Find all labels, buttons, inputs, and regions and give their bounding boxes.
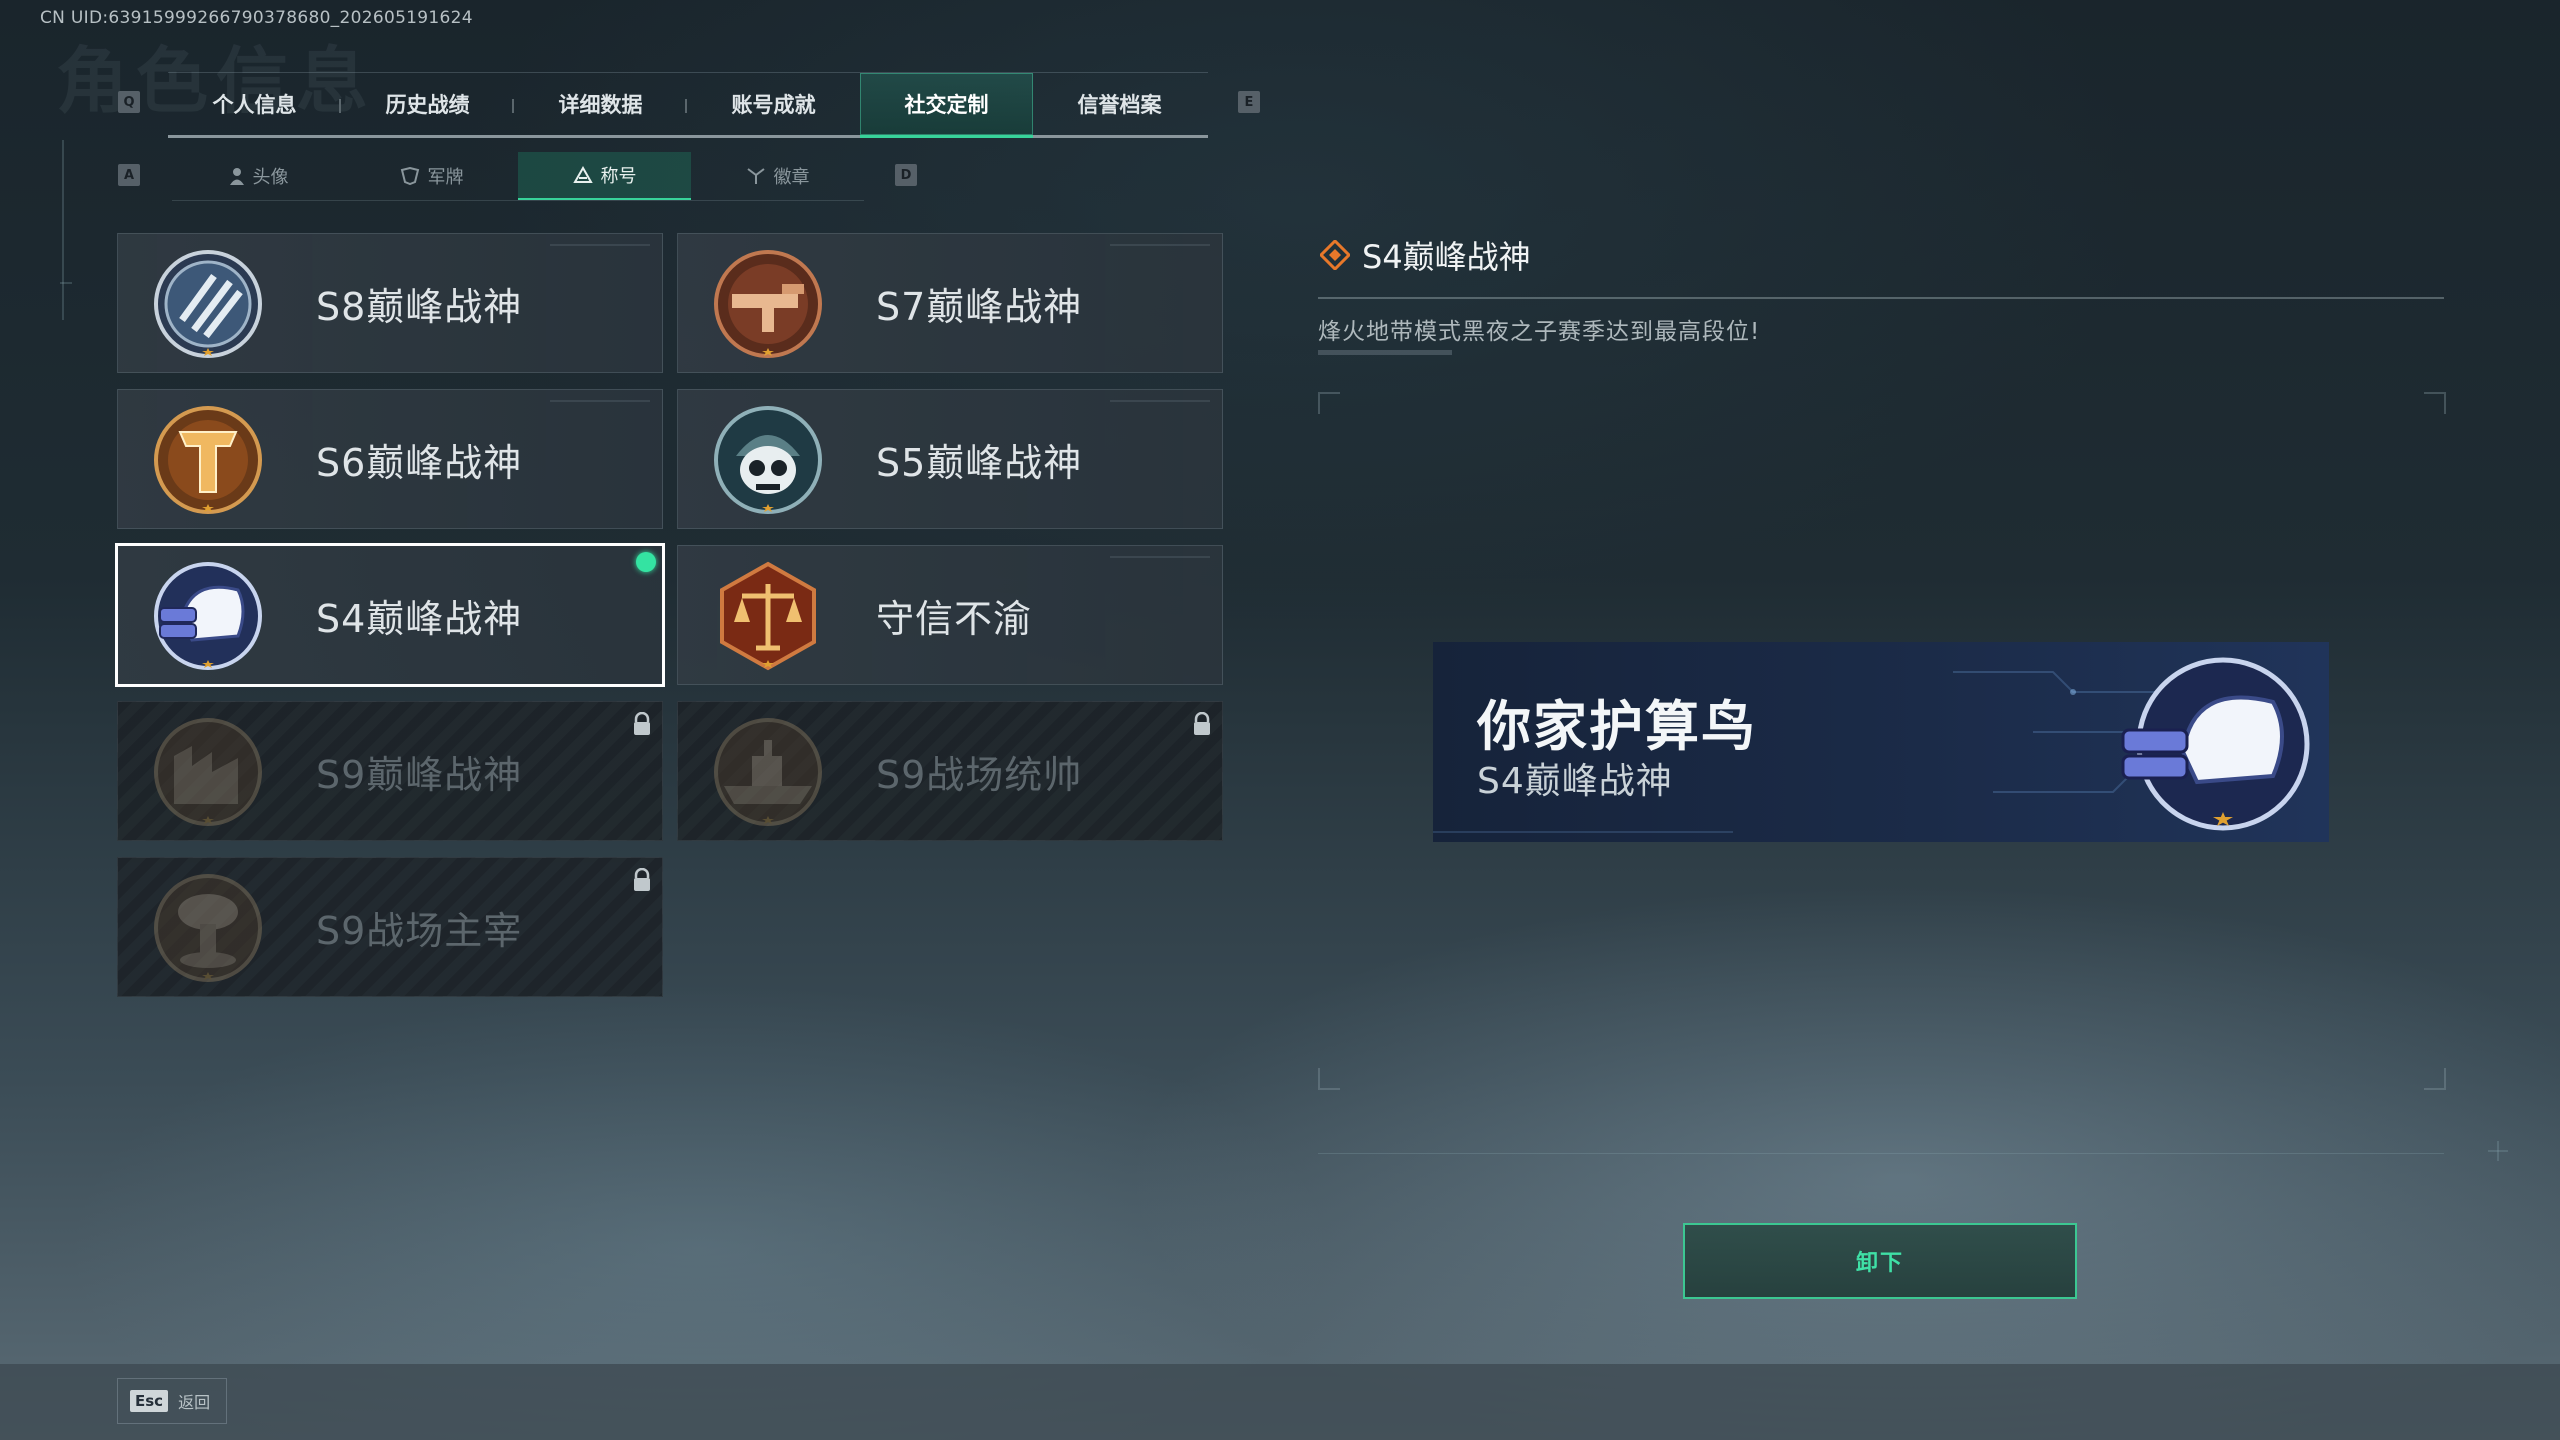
dogtag-icon xyxy=(400,167,419,185)
hud-cross xyxy=(2497,1141,2499,1161)
back-button[interactable]: Esc 返回 xyxy=(117,1378,227,1424)
lock-icon xyxy=(634,712,650,735)
tab-label: 信誉档案 xyxy=(1077,93,1162,117)
tab-social-custom[interactable]: 社交定制 xyxy=(860,73,1033,138)
diamond-icon xyxy=(1320,240,1350,270)
title-name: S9战场统帅 xyxy=(876,752,1083,797)
hud-line xyxy=(62,140,64,320)
title-icon xyxy=(572,166,593,183)
card-corner-line xyxy=(550,244,650,246)
frame-corner xyxy=(2424,392,2446,414)
tab-label: 历史战绩 xyxy=(385,93,470,117)
subtab-label: 徽章 xyxy=(773,167,810,188)
detail-description: 烽火地带模式黑夜之子赛季达到最高段位! xyxy=(1318,319,1761,345)
subtab-next-key[interactable]: D xyxy=(895,164,917,186)
title-name: S9巅峰战神 xyxy=(316,752,523,797)
title-name: S9战场主宰 xyxy=(316,908,523,953)
lock-icon xyxy=(634,868,650,891)
back-label: 返回 xyxy=(178,1393,211,1412)
hud-line xyxy=(1318,1153,2444,1154)
detail-title-text: S4巅峰战神 xyxy=(1362,238,1531,276)
description-underline xyxy=(1318,350,1452,355)
unequip-button[interactable]: 卸下 xyxy=(1683,1223,2077,1299)
subtab-dogtag[interactable]: 军牌 xyxy=(345,152,518,200)
subtab-label: 军牌 xyxy=(427,167,464,188)
tab-label: 社交定制 xyxy=(904,93,989,117)
detail-title: S4巅峰战神 xyxy=(1320,232,1531,278)
card-corner-line xyxy=(1110,400,1210,402)
title-card-s8[interactable]: S8巅峰战神 xyxy=(117,233,663,373)
striped-shield-badge-icon xyxy=(154,250,262,358)
card-corner-line xyxy=(1110,556,1210,558)
emblem-icon xyxy=(746,168,765,184)
nightvision-helmet-badge-icon xyxy=(154,562,262,670)
subtab-label: 头像 xyxy=(252,167,289,188)
title-name: S6巅峰战神 xyxy=(316,440,523,485)
tab-personal-info[interactable]: 个人信息 xyxy=(168,73,341,135)
tab-details[interactable]: 详细数据 xyxy=(514,73,687,135)
equipped-indicator xyxy=(636,552,656,572)
nameplate-preview: 你家护算鸟 S4巅峰战神 xyxy=(1433,642,2329,842)
golden-t-badge-icon xyxy=(154,406,262,514)
hud-cross xyxy=(60,282,72,284)
tab-label: 详细数据 xyxy=(558,93,643,117)
scales-badge-icon xyxy=(720,561,816,671)
frame-corner xyxy=(1318,392,1340,414)
frame-corner xyxy=(2424,1068,2446,1090)
tab-label: 账号成就 xyxy=(731,93,816,117)
main-tab-bar: 个人信息 历史战绩 详细数据 账号成就 社交定制 信誉档案 xyxy=(168,72,1208,138)
skull-helmet-badge-icon xyxy=(714,406,822,514)
title-card-s9-dominator[interactable]: S9战场主宰 xyxy=(117,857,663,997)
weapon-badge-icon xyxy=(714,250,822,358)
bottom-bar xyxy=(0,1364,2560,1440)
lock-icon xyxy=(1194,712,1210,735)
title-card-s9-commander[interactable]: S9战场统帅 xyxy=(677,701,1223,841)
title-card-keep-faith[interactable]: 守信不渝 xyxy=(677,545,1223,685)
subtab-prev-key[interactable]: A xyxy=(118,164,140,186)
tab-next-key[interactable]: E xyxy=(1238,91,1260,113)
title-card-s6[interactable]: S6巅峰战神 xyxy=(117,389,663,529)
tab-history[interactable]: 历史战绩 xyxy=(341,73,514,135)
nameplate-player-name: 你家护算鸟 xyxy=(1477,695,1757,758)
mushroom-cloud-badge-icon xyxy=(154,874,262,982)
card-corner-line xyxy=(550,400,650,402)
card-corner-line xyxy=(1110,244,1210,246)
title-card-s5[interactable]: S5巅峰战神 xyxy=(677,389,1223,529)
title-name: S8巅峰战神 xyxy=(316,284,523,329)
title-card-s9-god[interactable]: S9巅峰战神 xyxy=(117,701,663,841)
warship-badge-icon xyxy=(714,718,822,826)
title-name: S7巅峰战神 xyxy=(876,284,1083,329)
fortress-badge-icon xyxy=(154,718,262,826)
nameplate-title: S4巅峰战神 xyxy=(1477,761,1673,802)
subtab-avatar[interactable]: 头像 xyxy=(172,152,345,200)
subtab-emblem[interactable]: 徽章 xyxy=(691,152,864,200)
title-name: 守信不渝 xyxy=(876,596,1033,641)
title-name: S5巅峰战神 xyxy=(876,440,1083,485)
sub-tab-bar: 头像 军牌 称号 徽章 xyxy=(172,152,864,201)
frame-corner xyxy=(1318,1068,1340,1090)
nightvision-helmet-badge-icon xyxy=(2121,657,2310,831)
title-name: S4巅峰战神 xyxy=(316,596,523,641)
person-icon xyxy=(229,168,244,185)
tab-label: 个人信息 xyxy=(212,93,297,117)
tab-prev-key[interactable]: Q xyxy=(118,91,140,113)
tab-achievements[interactable]: 账号成就 xyxy=(687,73,860,135)
tab-credit-record[interactable]: 信誉档案 xyxy=(1033,73,1206,135)
subtab-label: 称号 xyxy=(600,166,637,187)
subtab-title[interactable]: 称号 xyxy=(518,152,691,200)
detail-divider xyxy=(1318,297,2444,299)
title-card-s7[interactable]: S7巅峰战神 xyxy=(677,233,1223,373)
title-card-s4[interactable]: S4巅峰战神 xyxy=(115,543,665,687)
esc-key: Esc xyxy=(130,1390,169,1412)
